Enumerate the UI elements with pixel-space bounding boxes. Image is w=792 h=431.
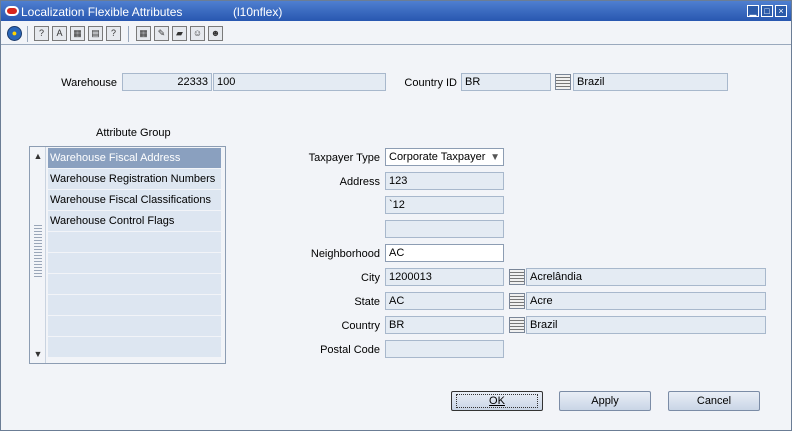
postal-code-field[interactable] [385, 340, 504, 358]
address-label: Address [339, 176, 380, 188]
city-lov-icon[interactable] [509, 269, 525, 285]
neighborhood-label: Neighborhood [310, 248, 380, 260]
list-item[interactable]: Warehouse Fiscal Address [48, 148, 221, 168]
scroll-down-arrow-icon[interactable]: ▼ [31, 347, 45, 361]
list-item[interactable] [48, 232, 221, 252]
address-line2-field[interactable]: `12 [385, 196, 504, 214]
scroll-grip[interactable] [34, 223, 42, 277]
toolbar-separator [27, 26, 28, 42]
taxpayer-type-value: Corporate Taxpayer [389, 151, 486, 163]
warehouse-label: Warehouse [61, 77, 117, 89]
localization-window: Localization Flexible Attributes (l10nfl… [0, 0, 792, 431]
minimize-icon[interactable]: ▁ [747, 5, 759, 17]
apply-button-label: Apply [591, 395, 619, 407]
attribute-group-label: Attribute Group [96, 127, 171, 139]
folder-open-icon[interactable]: ▰ [172, 26, 187, 41]
list-item[interactable] [48, 316, 221, 336]
taxpayer-type-label: Taxpayer Type [308, 152, 380, 164]
list-item[interactable]: Warehouse Fiscal Classifications [48, 190, 221, 210]
user-icon[interactable]: ☺ [190, 26, 205, 41]
taxpayer-type-select[interactable]: Corporate Taxpayer ▼ [385, 148, 504, 166]
spellcheck-icon[interactable]: A [52, 26, 67, 41]
users-icon[interactable]: ☻ [208, 26, 223, 41]
country-name-field: Brazil [573, 73, 728, 91]
window-title: Localization Flexible Attributes [21, 5, 183, 19]
country-id-label: Country ID [404, 77, 457, 89]
warehouse-name-field: 100 [213, 73, 386, 91]
grid-icon[interactable]: ▦ [136, 26, 151, 41]
state-lov-icon[interactable] [509, 293, 525, 309]
attribute-group-list[interactable]: ▲ ▼ Warehouse Fiscal Address Warehouse R… [29, 146, 226, 364]
toolbar: ● ? A ▦ ▤ ? ▦ ✎ ▰ ☺ ☻ [1, 21, 791, 45]
neighborhood-field[interactable]: AC [385, 244, 504, 262]
help-circle-icon[interactable]: ? [34, 26, 49, 41]
ok-button-label: OK [456, 394, 538, 408]
maximize-icon[interactable]: □ [761, 5, 773, 17]
oracle-logo-icon [5, 6, 19, 16]
list-item[interactable]: Warehouse Registration Numbers [48, 169, 221, 189]
address-line3-field[interactable] [385, 220, 504, 238]
city-label: City [361, 272, 380, 284]
pencil-icon[interactable]: ✎ [154, 26, 169, 41]
city-name-field: Acrelândia [526, 268, 766, 286]
print-icon[interactable]: ▤ [88, 26, 103, 41]
calculator-icon[interactable]: ▦ [70, 26, 85, 41]
globe-icon[interactable]: ● [7, 26, 22, 41]
cancel-button[interactable]: Cancel [668, 391, 760, 411]
apply-button[interactable]: Apply [559, 391, 651, 411]
address-line1-field[interactable]: 123 [385, 172, 504, 190]
list-item[interactable] [48, 274, 221, 294]
toolbar-separator [128, 26, 129, 42]
country-code-field[interactable]: BR [385, 316, 504, 334]
postal-code-label: Postal Code [320, 344, 380, 356]
chevron-down-icon: ▼ [490, 152, 500, 163]
list-item[interactable] [48, 337, 221, 357]
country-label: Country [341, 320, 380, 332]
warehouse-id-field[interactable]: 22333 [122, 73, 212, 91]
list-item[interactable]: Warehouse Control Flags [48, 211, 221, 231]
country-lov-icon[interactable] [555, 74, 571, 90]
state-name-field: Acre [526, 292, 766, 310]
title-bar[interactable]: Localization Flexible Attributes (l10nfl… [1, 1, 791, 21]
list-item[interactable] [48, 295, 221, 315]
close-icon[interactable]: × [775, 5, 787, 17]
country-name-field-form: Brazil [526, 316, 766, 334]
state-code-field[interactable]: AC [385, 292, 504, 310]
scroll-up-arrow-icon[interactable]: ▲ [31, 149, 45, 163]
cancel-button-label: Cancel [696, 395, 732, 407]
question-icon[interactable]: ? [106, 26, 121, 41]
country-lov-icon-form[interactable] [509, 317, 525, 333]
ok-button[interactable]: OK [451, 391, 543, 411]
list-item[interactable] [48, 253, 221, 273]
list-scrollbar[interactable]: ▲ ▼ [30, 147, 46, 363]
city-code-field[interactable]: 1200013 [385, 268, 504, 286]
country-id-field[interactable]: BR [461, 73, 551, 91]
window-module: (l10nflex) [233, 5, 283, 19]
state-label: State [354, 296, 380, 308]
